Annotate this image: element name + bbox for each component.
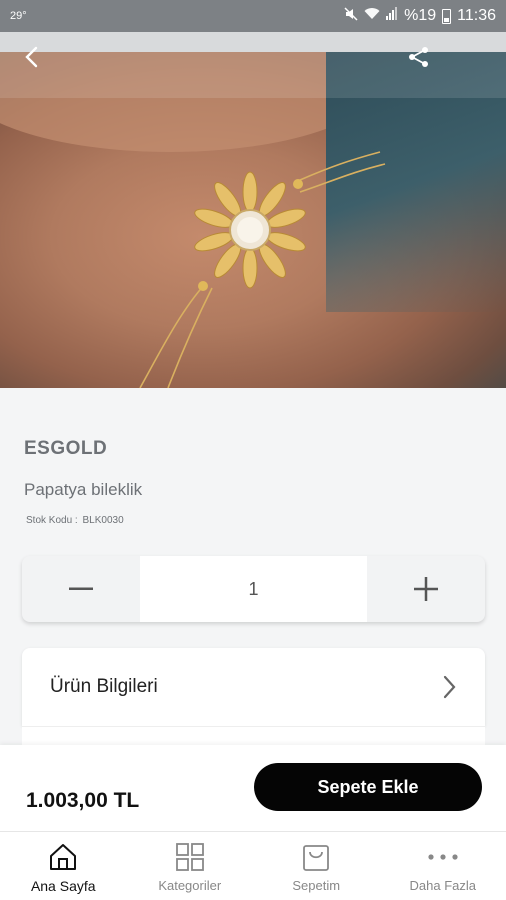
shopping-bag-icon (303, 845, 330, 871)
nav-item-home[interactable]: Ana Sayfa (0, 832, 127, 900)
add-to-cart-button[interactable]: Sepete Ekle (254, 763, 482, 811)
share-button[interactable] (406, 44, 436, 74)
home-icon (50, 844, 77, 870)
status-time: 11:36 (457, 7, 496, 24)
share-icon (409, 47, 428, 67)
signal-icon (386, 7, 398, 25)
plus-icon (414, 577, 438, 601)
stock-code-label: Stok Kodu : (26, 515, 78, 526)
stock-code: Stok Kodu : BLK0030 (24, 515, 124, 526)
battery-percent: %19 (404, 7, 437, 24)
nav-item-more[interactable]: Daha Fazla (380, 832, 506, 900)
status-temperature: 29° (10, 10, 27, 22)
product-info-row[interactable]: Ürün Bilgileri (22, 648, 485, 726)
product-info-title: Ürün Bilgileri (50, 676, 158, 697)
chevron-right-icon (443, 675, 456, 699)
wifi-icon (364, 7, 380, 25)
chevron-left-icon (25, 46, 38, 68)
grid-icon (175, 843, 204, 871)
more-dots-icon (428, 854, 458, 860)
decrease-quantity-button[interactable] (22, 556, 140, 622)
nav-label-categories: Kategoriler (158, 878, 222, 893)
nav-item-categories[interactable]: Kategoriler (127, 832, 254, 900)
status-bar: 29° %19 11:36 (0, 0, 506, 32)
nav-label-home: Ana Sayfa (30, 878, 96, 894)
bottom-navigation: Ana Sayfa Kategoriler Sepetim Daha Fazla (0, 831, 506, 900)
price-bar: 1.003,00 TL Sepete Ekle (0, 745, 506, 831)
product-name: Papatya bileklik (24, 480, 143, 499)
product-brand: ESGOLD (24, 438, 108, 459)
bracelet-illustration (139, 151, 386, 388)
minus-icon (69, 587, 93, 590)
nav-item-cart[interactable]: Sepetim (253, 832, 380, 900)
back-button[interactable] (22, 44, 52, 74)
stock-code-value: BLK0030 (82, 515, 124, 526)
product-image[interactable] (0, 52, 506, 388)
battery-icon (442, 8, 452, 24)
product-price: 1.003,00 TL (26, 789, 140, 812)
mute-icon (344, 6, 358, 26)
quantity-value[interactable]: 1 (140, 556, 367, 622)
nav-label-cart: Sepetim (292, 878, 341, 893)
increase-quantity-button[interactable] (367, 556, 485, 622)
quantity-stepper: 1 (22, 556, 485, 622)
nav-label-more: Daha Fazla (409, 878, 476, 893)
